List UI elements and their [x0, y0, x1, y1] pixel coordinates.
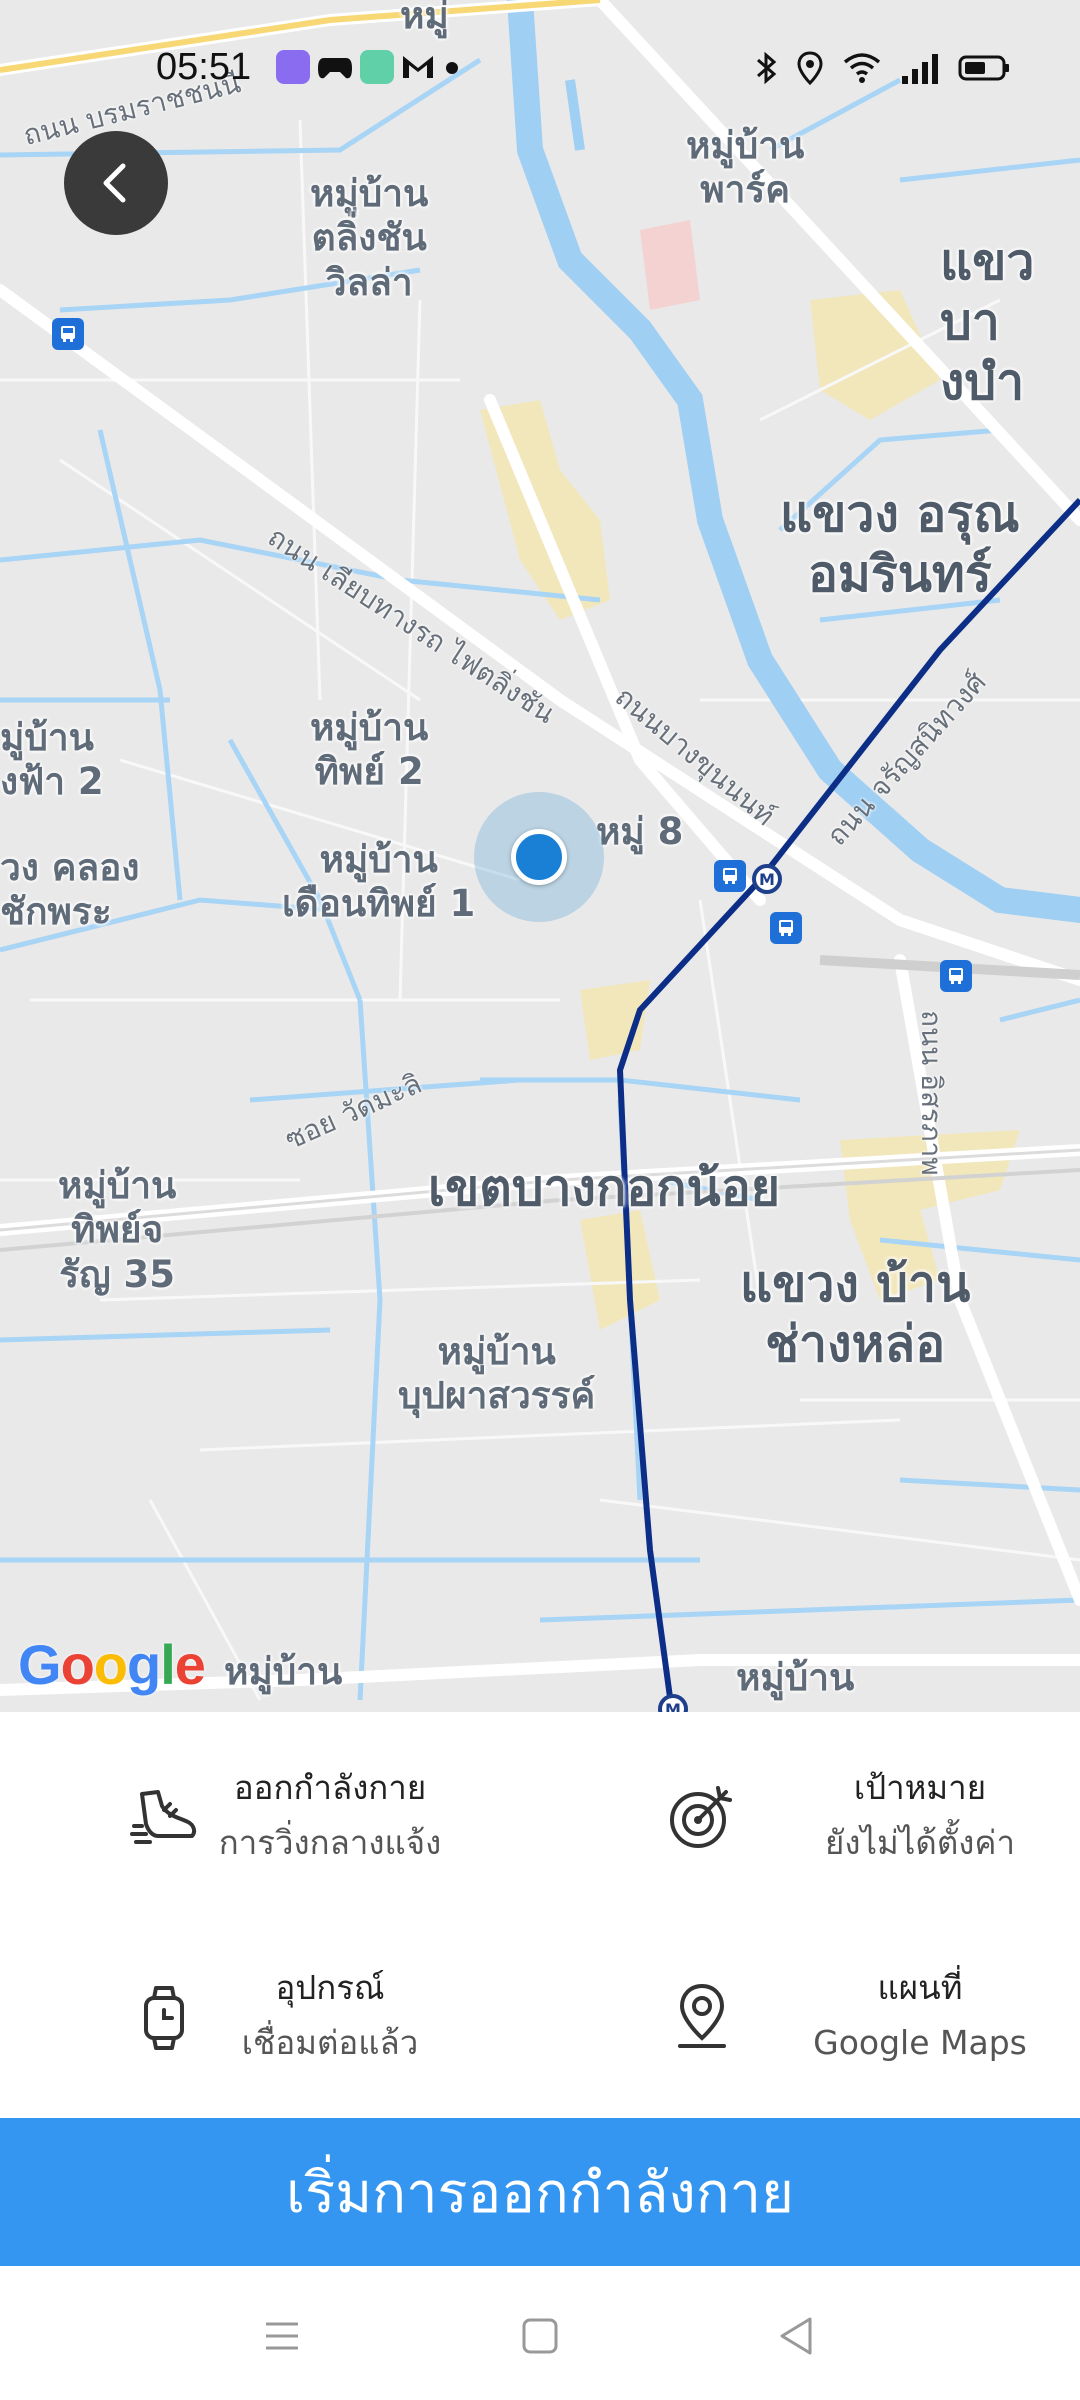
train-station-icon	[940, 960, 972, 992]
back-triangle-icon	[780, 2317, 812, 2355]
goal-item[interactable]: เป้าหมาย ยังไม่ได้ตั้งค่า	[540, 1712, 1080, 1912]
map-label-district-top-right: แขว บางบำ	[940, 233, 1035, 411]
bus-stop-icon	[52, 318, 84, 350]
device-value: เชื่อมต่อแล้ว	[241, 2023, 419, 2062]
battery-icon	[958, 50, 1010, 90]
google-logo: Google	[18, 1633, 206, 1696]
workout-settings-panel: ออกกำลังกาย การวิ่งกลางแจ้ง เป้าหมาย ยัง…	[0, 1712, 1080, 2118]
more-notifications-icon	[442, 50, 462, 84]
map-label-village-buppha: หมู่บ้าน บุปผาสวรรค์	[398, 1330, 596, 1418]
map-provider-value: Google Maps	[813, 2023, 1027, 2062]
map-label-district-arun: แขวง อรุณ อมรินทร์	[780, 485, 1020, 603]
device-text: อุปกรณ์ เชื่อมต่อแล้ว	[200, 1962, 460, 2072]
train-station-icon	[770, 912, 802, 944]
exercise-type-item[interactable]: ออกกำลังกาย การวิ่งกลางแจ้ง	[0, 1712, 540, 1912]
menu-icon	[266, 2322, 298, 2350]
game-controller-icon	[316, 50, 354, 84]
wifi-icon	[842, 50, 882, 90]
system-status-icons	[754, 50, 1010, 90]
goal-value: ยังไม่ได้ตั้งค่า	[825, 1823, 1015, 1862]
map-label-village-duenthip: หมู่บ้าน เดือนทิพย์ 1	[282, 838, 476, 926]
home-square-icon	[522, 2318, 558, 2354]
road-label-itsaraphap: ถนน อิสรภาพ	[915, 1010, 948, 1176]
map-label-district-bangkoknoi: เขตบางกอกน้อย	[428, 1159, 781, 1217]
target-icon	[664, 1778, 740, 1854]
metro-station-icon: M	[752, 864, 782, 894]
system-navigation-bar	[0, 2266, 1080, 2400]
app-notification-icon	[360, 50, 394, 84]
bluetooth-icon	[754, 50, 778, 90]
train-station-icon	[714, 860, 746, 892]
map-provider-title: แผนที่	[877, 1968, 963, 2007]
map-label-village-top: หมู่	[400, 0, 449, 37]
location-icon	[796, 50, 824, 90]
map-label-village-left-1: มู่บ้าน งฟ้า 2	[0, 716, 104, 804]
map-view[interactable]: หมู่ หมู่บ้าน ตลิ่งชัน วิลล่า หมู่บ้าน พ…	[0, 0, 1080, 1712]
watch-icon	[126, 1980, 202, 2056]
home-nav-button[interactable]	[512, 2308, 568, 2364]
map-pin-icon	[664, 1978, 740, 2054]
goal-text: เป้าหมาย ยังไม่ได้ตั้งค่า	[770, 1762, 1070, 1872]
status-bar: 05:51	[0, 40, 1080, 100]
start-workout-button[interactable]: เริ่มการออกกำลังกาย	[0, 2118, 1080, 2266]
exercise-type-title: ออกกำลังกาย	[233, 1768, 427, 1807]
current-location-dot	[511, 829, 567, 885]
map-label-district-bangchanglo: แขวง บ้าน ช่างหล่อ	[740, 1255, 971, 1373]
map-label-village-tlingchan: หมู่บ้าน ตลิ่งชัน วิลล่า	[310, 172, 429, 304]
exercise-type-value: การวิ่งกลางแจ้ง	[218, 1823, 442, 1862]
menu-nav-button[interactable]	[254, 2308, 310, 2364]
app-notification-icon	[276, 50, 310, 84]
map-label-village-bottom-left: หมู่บ้าน	[224, 1650, 343, 1693]
map-label-village-thipchareun: หมู่บ้าน ทิพย์จ รัญ 35	[58, 1164, 177, 1296]
running-shoe-icon	[126, 1778, 202, 1854]
map-label-village-thip2: หมู่บ้าน ทิพย์ 2	[310, 706, 429, 794]
back-button[interactable]	[64, 131, 168, 235]
workout-setup-screen: หมู่ หมู่บ้าน ตลิ่งชัน วิลล่า หมู่บ้าน พ…	[0, 0, 1080, 2400]
device-title: อุปกรณ์	[275, 1968, 385, 2007]
map-label-village-bottom-right: หมู่บ้าน	[736, 1656, 855, 1699]
back-nav-button[interactable]	[768, 2308, 824, 2364]
map-label-village-moo8: หมู่ 8	[596, 810, 684, 853]
map-label-district-khlong: วง คลอง ชักพระ	[0, 846, 140, 934]
device-item[interactable]: อุปกรณ์ เชื่อมต่อแล้ว	[0, 1912, 540, 2112]
signal-icon	[900, 50, 940, 90]
status-time: 05:51	[156, 46, 252, 88]
start-workout-label: เริ่มการออกกำลังกาย	[286, 2160, 794, 2226]
chevron-left-icon	[103, 163, 126, 203]
exercise-type-text: ออกกำลังกาย การวิ่งกลางแจ้ง	[200, 1762, 460, 1872]
map-provider-item[interactable]: แผนที่ Google Maps	[540, 1912, 1080, 2112]
map-label-village-park: หมู่บ้าน พาร์ค	[686, 124, 805, 212]
goal-title: เป้าหมาย	[853, 1768, 987, 1807]
map-provider-text: แผนที่ Google Maps	[770, 1962, 1070, 2072]
gmail-icon	[400, 50, 436, 84]
notification-icons	[276, 50, 462, 84]
